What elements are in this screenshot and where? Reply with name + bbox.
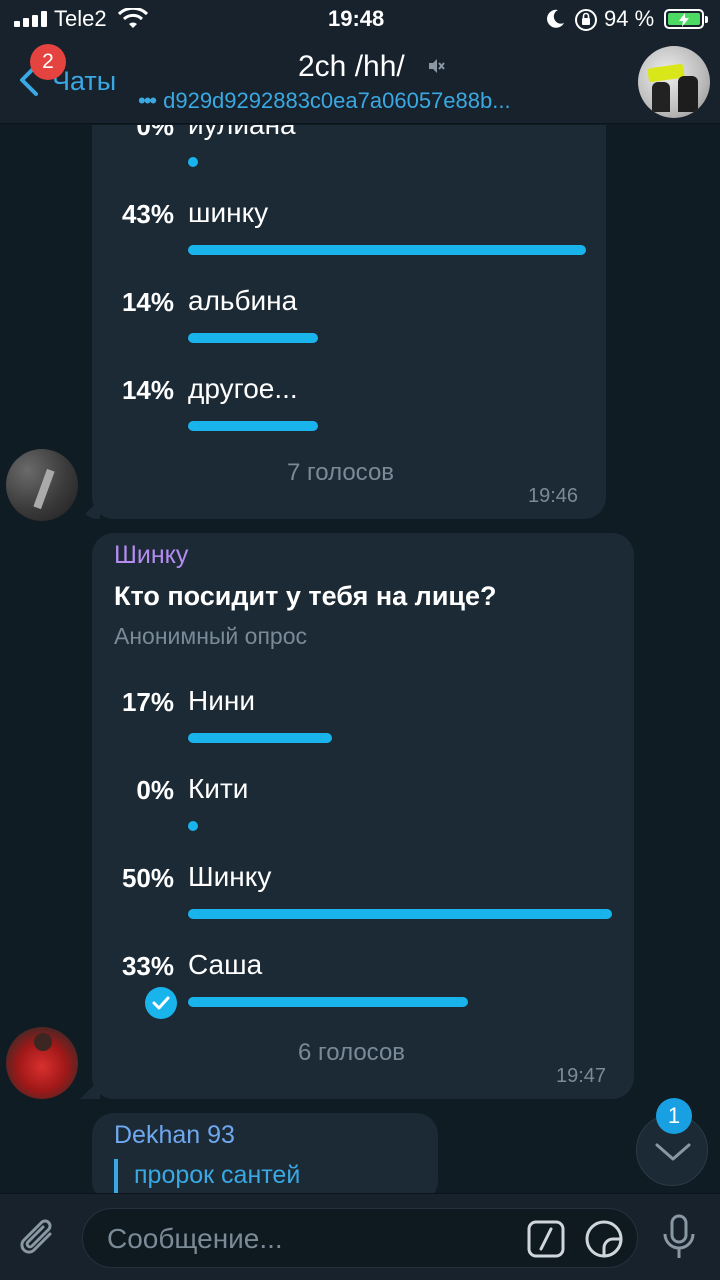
message-time: 19:46 bbox=[528, 485, 579, 507]
poll-option-label[interactable]: шинку bbox=[188, 197, 268, 229]
sender-name[interactable]: Dekhan 93 bbox=[114, 1121, 235, 1150]
poll-option-label[interactable]: Шинку bbox=[188, 861, 271, 893]
chat-title[interactable]: 2ch /hh/ bbox=[298, 50, 405, 84]
attach-icon[interactable] bbox=[16, 1214, 62, 1262]
do-not-disturb-icon bbox=[547, 9, 564, 28]
poll-option-bar bbox=[188, 821, 198, 831]
message-placeholder: Сообщение... bbox=[107, 1223, 283, 1254]
sender-name[interactable]: Шинку bbox=[114, 541, 188, 570]
carrier-name: Tele2 bbox=[54, 6, 107, 31]
poll-option-percent: 14% bbox=[121, 287, 174, 317]
poll-option-label[interactable]: Саша bbox=[188, 949, 262, 981]
charging-bolt-icon bbox=[679, 13, 689, 27]
poll-option-bar bbox=[188, 909, 612, 919]
poll-option-percent: 0% bbox=[136, 775, 174, 805]
reply-quote-text[interactable]: пророк сантей bbox=[134, 1161, 300, 1190]
bot-command-icon[interactable] bbox=[527, 1220, 565, 1258]
reply-quote-bar bbox=[114, 1159, 118, 1193]
sender-avatar[interactable] bbox=[6, 449, 78, 521]
unread-badge: 2 bbox=[30, 44, 66, 80]
poll-option-label[interactable]: иулиана bbox=[188, 125, 296, 141]
poll-option-bar bbox=[188, 333, 318, 343]
poll-option-percent: 14% bbox=[121, 375, 174, 405]
status-bar: Tele2 19:48 94 % bbox=[0, 0, 720, 40]
poll-option-bar bbox=[188, 157, 198, 167]
poll-option-percent: 50% bbox=[121, 863, 174, 893]
poll-option-bar bbox=[188, 245, 586, 255]
poll-option-bar bbox=[188, 997, 468, 1007]
poll-option-bar bbox=[188, 733, 332, 743]
message-input-bar: Сообщение... bbox=[0, 1193, 720, 1280]
poll-votes-count[interactable]: 6 голосов bbox=[298, 1039, 405, 1067]
poll-type: Анонимный опрос bbox=[114, 623, 307, 649]
muted-icon bbox=[429, 59, 445, 73]
status-time: 19:48 bbox=[328, 6, 385, 31]
wifi-icon bbox=[118, 8, 148, 28]
chosen-check-icon bbox=[145, 987, 177, 1019]
poll-option-percent: 33% bbox=[121, 951, 174, 981]
battery-icon bbox=[664, 9, 708, 29]
microphone-icon[interactable] bbox=[660, 1214, 698, 1262]
poll-option-bar bbox=[188, 421, 318, 431]
sticker-icon[interactable] bbox=[585, 1220, 623, 1258]
unread-mentions-badge: 1 bbox=[656, 1098, 692, 1134]
chat-subtitle[interactable]: ••• d929d9292883c0ea7a06057e88b... bbox=[138, 88, 511, 114]
cellular-signal-icon bbox=[14, 11, 48, 27]
poll-option-label[interactable]: альбина bbox=[188, 285, 297, 317]
poll-votes-count[interactable]: 7 голосов bbox=[287, 459, 394, 487]
message-input[interactable]: Сообщение... bbox=[82, 1208, 638, 1268]
poll-option-label[interactable]: другое... bbox=[188, 373, 298, 405]
battery-percent: 94 % bbox=[604, 6, 655, 31]
rotation-lock-icon bbox=[575, 9, 597, 31]
poll-option-percent: 17% bbox=[121, 687, 174, 717]
message-list[interactable]: 0%иулиана43%шинку14%альбина14%другое... … bbox=[0, 125, 720, 1193]
chat-header: Чаты 2 2ch /hh/ ••• d929d9292883c0ea7a060… bbox=[0, 40, 720, 124]
sender-avatar[interactable] bbox=[6, 1027, 78, 1099]
message-time: 19:47 bbox=[556, 1065, 607, 1087]
typing-dots-icon: ••• bbox=[138, 88, 157, 113]
poll-option-percent: 0% bbox=[136, 125, 174, 141]
poll-option-label[interactable]: Кити bbox=[188, 773, 248, 805]
poll-option-percent: 43% bbox=[121, 199, 174, 229]
chat-avatar[interactable] bbox=[638, 46, 710, 118]
poll-option-label[interactable]: Нини bbox=[188, 685, 255, 717]
poll-question: Кто посидит у тебя на лице? bbox=[114, 581, 497, 611]
